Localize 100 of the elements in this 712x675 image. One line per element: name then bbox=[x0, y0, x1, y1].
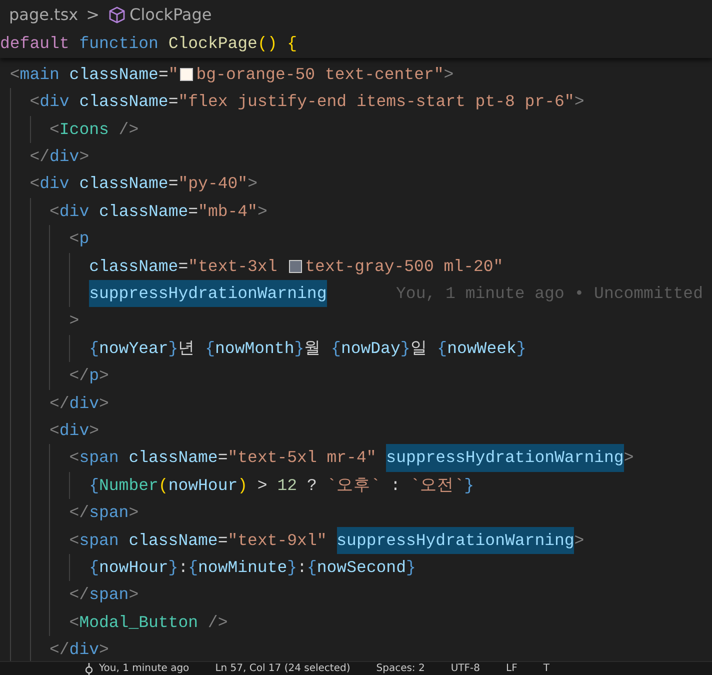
status-item[interactable]: LF bbox=[506, 662, 518, 675]
code-text: : bbox=[178, 556, 188, 579]
tag-bracket: < bbox=[49, 118, 60, 141]
tag-name: div bbox=[69, 392, 100, 415]
code-text: = bbox=[158, 64, 168, 86]
keyword: } bbox=[464, 474, 474, 497]
tag-bracket: > bbox=[128, 584, 139, 606]
keyword: function bbox=[78, 34, 158, 53]
code-text: : bbox=[297, 556, 307, 579]
component-name: Icons bbox=[59, 118, 109, 141]
tag-name: div bbox=[59, 200, 90, 223]
bracket: { bbox=[286, 34, 298, 53]
tag-name: span bbox=[79, 530, 119, 552]
status-item[interactable]: UTF-8 bbox=[450, 662, 480, 675]
tag-bracket: > bbox=[99, 392, 109, 415]
code-text: > bbox=[256, 474, 268, 497]
tag-bracket: > bbox=[574, 530, 584, 552]
tag-name: div bbox=[40, 91, 70, 114]
string-literal: "text-3xl bbox=[188, 256, 278, 278]
tag-bracket: < bbox=[49, 200, 60, 223]
keyword: { bbox=[89, 474, 99, 497]
attribute-name: className bbox=[78, 173, 168, 196]
tag-bracket: /> bbox=[206, 612, 228, 634]
keyword: { bbox=[306, 556, 317, 579]
tag-bracket: </ bbox=[69, 584, 90, 606]
keyword: { bbox=[188, 556, 198, 579]
string-literal: "flex justify-end items-start pt-8 pr-6" bbox=[178, 91, 574, 114]
keyword: } bbox=[400, 338, 410, 360]
tag-bracket: > bbox=[128, 502, 139, 524]
tag-bracket: > bbox=[444, 64, 454, 86]
status-item[interactable]: T bbox=[543, 662, 550, 675]
attribute-name: className bbox=[89, 256, 178, 278]
variable-name: nowHour bbox=[98, 556, 168, 579]
status-item[interactable]: Spaces: 2 bbox=[376, 662, 425, 675]
variable-name: nowMonth bbox=[215, 338, 294, 360]
keyword: } bbox=[294, 338, 304, 360]
attribute-name: className bbox=[68, 64, 158, 86]
keyword: default bbox=[0, 34, 70, 53]
tag-bracket: > bbox=[257, 200, 268, 223]
bracket: () bbox=[257, 34, 278, 53]
string-literal: "py-40" bbox=[178, 173, 248, 196]
string-literal: " bbox=[168, 64, 178, 86]
tag-bracket: > bbox=[89, 420, 100, 442]
tag-bracket: > bbox=[624, 447, 634, 470]
highlighted-match: suppressHydrationWarning bbox=[336, 526, 574, 554]
code-text: = bbox=[178, 256, 188, 278]
variable-name: nowSecond bbox=[316, 556, 406, 579]
breadcrumb-separator: > bbox=[86, 4, 100, 26]
highlighted-match: suppressHydrationWarning bbox=[89, 280, 327, 308]
keyword: } bbox=[287, 556, 298, 579]
tag-name: div bbox=[59, 420, 90, 442]
tag-bracket: < bbox=[30, 173, 40, 196]
code-text: ? bbox=[306, 474, 317, 497]
variable-name: nowYear bbox=[98, 338, 168, 360]
tag-bracket: /> bbox=[118, 118, 139, 141]
string-literal: "text-9xl" bbox=[228, 530, 328, 552]
code-text: : bbox=[389, 474, 400, 497]
tag-bracket: > bbox=[99, 365, 109, 388]
tag-bracket: < bbox=[69, 612, 80, 634]
highlighted-match: suppressHydrationWarning bbox=[386, 444, 624, 472]
variable-name: nowMinute bbox=[198, 556, 288, 579]
tag-bracket: < bbox=[49, 420, 60, 442]
code-text: 년 bbox=[178, 338, 196, 360]
blame-annotation: You, 1 minute ago • Uncommitted bbox=[396, 283, 703, 306]
breadcrumb-file[interactable]: page.tsx bbox=[9, 2, 78, 27]
keyword: } bbox=[168, 556, 178, 579]
tag-bracket: </ bbox=[30, 146, 50, 168]
breadcrumb-symbol[interactable]: ClockPage bbox=[130, 2, 212, 27]
tag-bracket: < bbox=[69, 228, 80, 250]
tag-name: main bbox=[20, 64, 60, 86]
status-item[interactable]: Ln 57, Col 17 (24 selected) bbox=[215, 662, 350, 675]
tag-bracket: </ bbox=[49, 639, 70, 662]
keyword: { bbox=[89, 556, 99, 579]
code-text: = bbox=[188, 200, 198, 223]
code-text: 월 bbox=[304, 338, 322, 360]
keyword: } bbox=[168, 338, 178, 360]
keyword: { bbox=[89, 338, 99, 360]
tag-bracket: > bbox=[574, 91, 584, 114]
component-name: Number bbox=[98, 474, 158, 497]
tag-bracket: </ bbox=[69, 365, 90, 388]
status-item[interactable]: You, 1 minute ago bbox=[99, 662, 190, 675]
string-literal: text-gray-500 ml-20" bbox=[305, 256, 504, 278]
tag-name: span bbox=[89, 584, 129, 606]
tag-bracket: > bbox=[248, 173, 258, 196]
keyword: } bbox=[516, 338, 526, 360]
tag-bracket: < bbox=[69, 530, 80, 552]
variable-name: nowWeek bbox=[447, 338, 516, 360]
attribute-name: className bbox=[98, 200, 188, 223]
attribute-name: className bbox=[78, 91, 168, 114]
tag-name: p bbox=[79, 228, 90, 250]
code-text: 일 bbox=[410, 338, 428, 360]
tag-bracket: > bbox=[99, 639, 109, 662]
component-name: Modal_Button bbox=[79, 612, 198, 634]
tag-bracket: > bbox=[69, 310, 80, 332]
cube-icon bbox=[108, 6, 126, 24]
tag-name: span bbox=[89, 502, 129, 524]
string-literal: "mb-4" bbox=[198, 200, 258, 223]
variable-name: nowHour bbox=[168, 474, 238, 497]
code-text: = bbox=[218, 447, 228, 470]
tag-bracket: < bbox=[30, 91, 40, 114]
